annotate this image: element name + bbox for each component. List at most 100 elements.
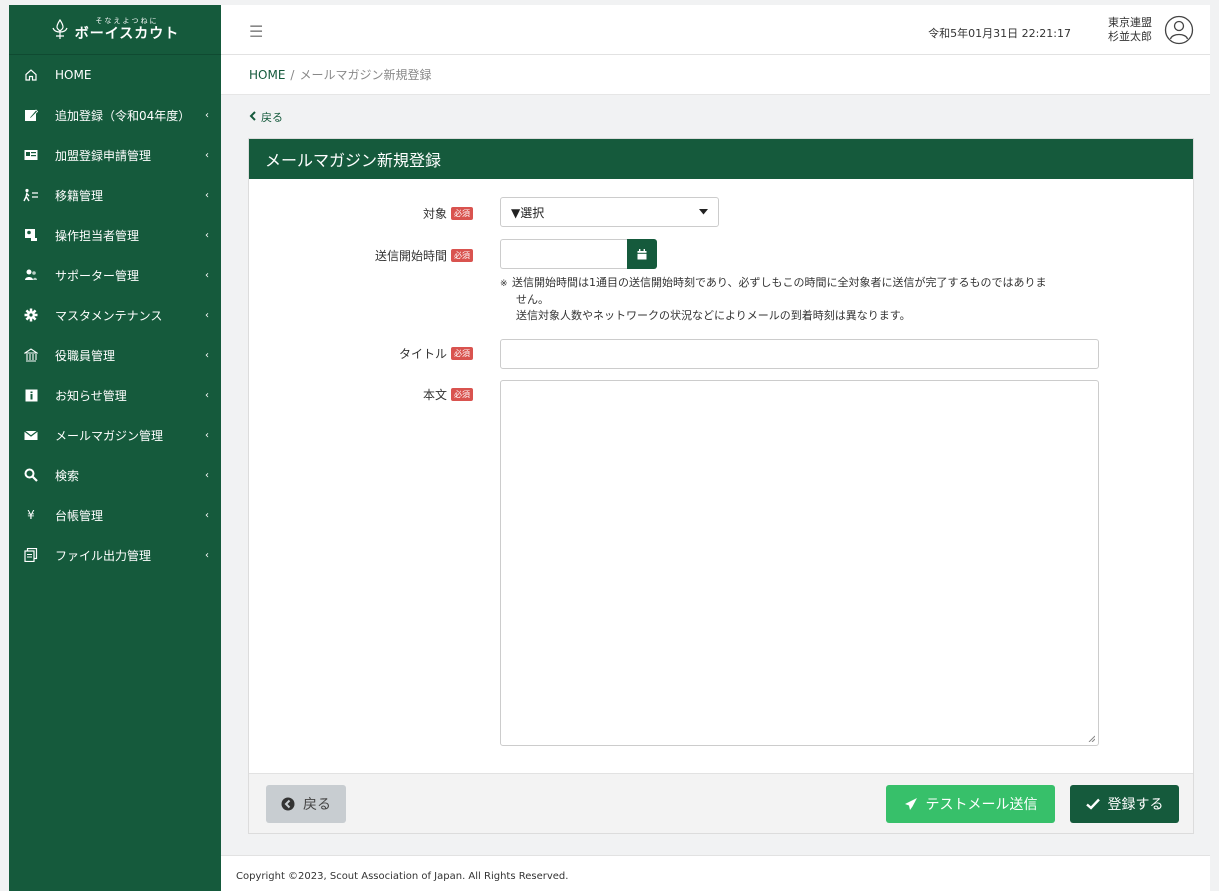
sidebar-item-label: 加盟登録申請管理 xyxy=(55,148,152,163)
chevron-left-icon: ‹ xyxy=(205,429,209,441)
mail-body-textarea[interactable] xyxy=(500,380,1099,746)
breadcrumb-current: メールマガジン新規登録 xyxy=(299,68,432,82)
circle-arrow-left-icon xyxy=(281,797,295,811)
back-button-label: 戻る xyxy=(303,797,331,813)
user-info: 東京連盟 杉並太郎 xyxy=(1108,16,1152,44)
chevron-left-icon: ‹ xyxy=(205,269,209,281)
chevron-left-icon: ‹ xyxy=(205,349,209,361)
sidebar-item-label: 台帳管理 xyxy=(55,508,104,523)
sidebar-item-label: 役職員管理 xyxy=(55,348,116,363)
test-mail-send-label: テストメール送信 xyxy=(925,797,1038,813)
check-icon xyxy=(1085,798,1100,810)
files-icon xyxy=(23,547,39,563)
building-icon xyxy=(23,347,39,363)
top-header: ☰ 令和5年01月31日 22:21:17 東京連盟 杉並太郎 xyxy=(221,5,1210,55)
search-icon xyxy=(23,467,39,483)
sidebar-item-additional-registration[interactable]: 追加登録（令和04年度） ‹ xyxy=(9,95,221,135)
chevron-left-icon: ‹ xyxy=(205,309,209,321)
id-card-icon xyxy=(23,147,39,163)
note-line-2: せん。 xyxy=(516,293,549,306)
sidebar-item-label: メールマガジン管理 xyxy=(55,428,164,443)
send-start-label-text: 送信開始時間 xyxy=(374,249,447,263)
breadcrumb: HOME / メールマガジン新規登録 xyxy=(221,55,1210,95)
target-select[interactable]: ▼選択 xyxy=(500,197,719,227)
brand-name: ボーイスカウト xyxy=(74,26,180,42)
operator-icon xyxy=(23,227,39,243)
brand-logo[interactable]: そなえよつねに ボーイスカウト xyxy=(9,5,221,55)
mail-title-label: タイトル 必須 xyxy=(399,345,473,362)
current-datetime: 令和5年01月31日 22:21:17 xyxy=(928,27,1071,40)
sidebar-item-search[interactable]: 検索 ‹ xyxy=(9,455,221,495)
required-badge: 必須 xyxy=(451,388,473,401)
mail-title-input[interactable] xyxy=(500,339,1099,369)
sidebar-item-supporter[interactable]: サポーター管理 ‹ xyxy=(9,255,221,295)
transfer-icon xyxy=(23,187,39,203)
copyright-text: Copyright ©2023, Scout Association of Ja… xyxy=(236,871,569,882)
required-badge: 必須 xyxy=(451,347,473,360)
user-name: 杉並太郎 xyxy=(1108,30,1152,43)
form-title: メールマガジン新規登録 xyxy=(249,139,1193,179)
sidebar-item-mail-magazine[interactable]: メールマガジン管理 ‹ xyxy=(9,415,221,455)
sidebar-item-notices[interactable]: お知らせ管理 ‹ xyxy=(9,375,221,415)
gear-icon xyxy=(23,307,39,323)
home-icon xyxy=(23,67,39,83)
back-link[interactable]: 戻る xyxy=(249,109,283,125)
note-mark: ※ xyxy=(500,279,508,289)
sidebar-item-master-maintenance[interactable]: マスタメンテナンス ‹ xyxy=(9,295,221,335)
target-select-value: ▼選択 xyxy=(511,205,545,220)
sidebar-item-file-output[interactable]: ファイル出力管理 ‹ xyxy=(9,535,221,575)
register-button-label: 登録する xyxy=(1107,797,1164,813)
breadcrumb-separator: / xyxy=(290,67,295,82)
sidebar-item-transfer[interactable]: 移籍管理 ‹ xyxy=(9,175,221,215)
chevron-left-icon: ‹ xyxy=(205,389,209,401)
user-avatar-icon[interactable] xyxy=(1164,15,1194,45)
hamburger-menu-icon[interactable]: ☰ xyxy=(249,22,263,41)
required-badge: 必須 xyxy=(451,249,473,262)
mail-magazine-form-card: メールマガジン新規登録 対象 必須 ▼選択 送信開始時間 必須 ※ 送信開始時間は… xyxy=(248,138,1194,834)
chevron-left-icon: ‹ xyxy=(205,229,209,241)
mail-body-label-text: 本文 xyxy=(422,388,447,402)
calendar-button[interactable] xyxy=(627,239,657,269)
users-icon xyxy=(23,267,39,283)
form-actions: 戻る テストメール送信 登録する xyxy=(249,773,1193,833)
sidebar-item-label: 移籍管理 xyxy=(55,188,104,203)
send-start-label: 送信開始時間 必須 xyxy=(375,247,473,264)
edit-icon xyxy=(23,107,39,123)
sidebar-item-label: 操作担当者管理 xyxy=(55,228,140,243)
register-button[interactable]: 登録する xyxy=(1070,785,1179,823)
sidebar-item-label: お知らせ管理 xyxy=(55,388,127,403)
send-start-input[interactable] xyxy=(500,239,627,269)
chevron-left-icon: ‹ xyxy=(205,149,209,161)
chevron-left-icon: ‹ xyxy=(205,469,209,481)
brand-tagline: そなえよつねに xyxy=(95,17,159,25)
sidebar-item-membership-application[interactable]: 加盟登録申請管理 ‹ xyxy=(9,135,221,175)
sidebar-item-operator[interactable]: 操作担当者管理 ‹ xyxy=(9,215,221,255)
note-line-3: 送信対象人数やネットワークの状況などによりメールの到着時刻は異なります。 xyxy=(516,309,911,322)
sidebar-item-home[interactable]: HOME xyxy=(9,55,221,95)
sidebar: そなえよつねに ボーイスカウト HOME 追加登録（令和04年度） ‹ 加盟登録… xyxy=(9,5,221,891)
send-start-note: ※ 送信開始時間は1通目の送信開始時刻であり、必ずしもこの時間に全対象者に送信が完… xyxy=(500,275,1110,324)
sidebar-item-label: 検索 xyxy=(55,468,80,483)
chevron-left-icon xyxy=(249,110,257,124)
breadcrumb-home-link[interactable]: HOME xyxy=(249,68,285,82)
sidebar-item-label: サポーター管理 xyxy=(55,268,140,283)
back-button[interactable]: 戻る xyxy=(266,785,346,823)
sidebar-item-label: 追加登録（令和04年度） xyxy=(55,108,191,123)
paper-plane-icon xyxy=(904,798,917,810)
yen-icon: ¥ xyxy=(27,508,35,522)
chevron-left-icon: ‹ xyxy=(205,549,209,561)
mail-title-label-text: タイトル xyxy=(398,347,447,361)
test-mail-send-button[interactable]: テストメール送信 xyxy=(886,785,1055,823)
calendar-icon xyxy=(637,248,647,259)
resize-handle-icon[interactable] xyxy=(1087,734,1095,742)
sidebar-item-officers[interactable]: 役職員管理 ‹ xyxy=(9,335,221,375)
target-label-text: 対象 xyxy=(422,207,447,221)
chevron-left-icon: ‹ xyxy=(205,189,209,201)
scout-emblem-icon xyxy=(52,18,68,39)
info-icon xyxy=(23,387,39,403)
sidebar-item-ledger[interactable]: ¥ 台帳管理 ‹ xyxy=(9,495,221,535)
sidebar-item-label: マスタメンテナンス xyxy=(55,308,163,323)
sidebar-item-label: ファイル出力管理 xyxy=(55,548,152,563)
chevron-left-icon: ‹ xyxy=(205,509,209,521)
target-label: 対象 必須 xyxy=(423,205,473,222)
